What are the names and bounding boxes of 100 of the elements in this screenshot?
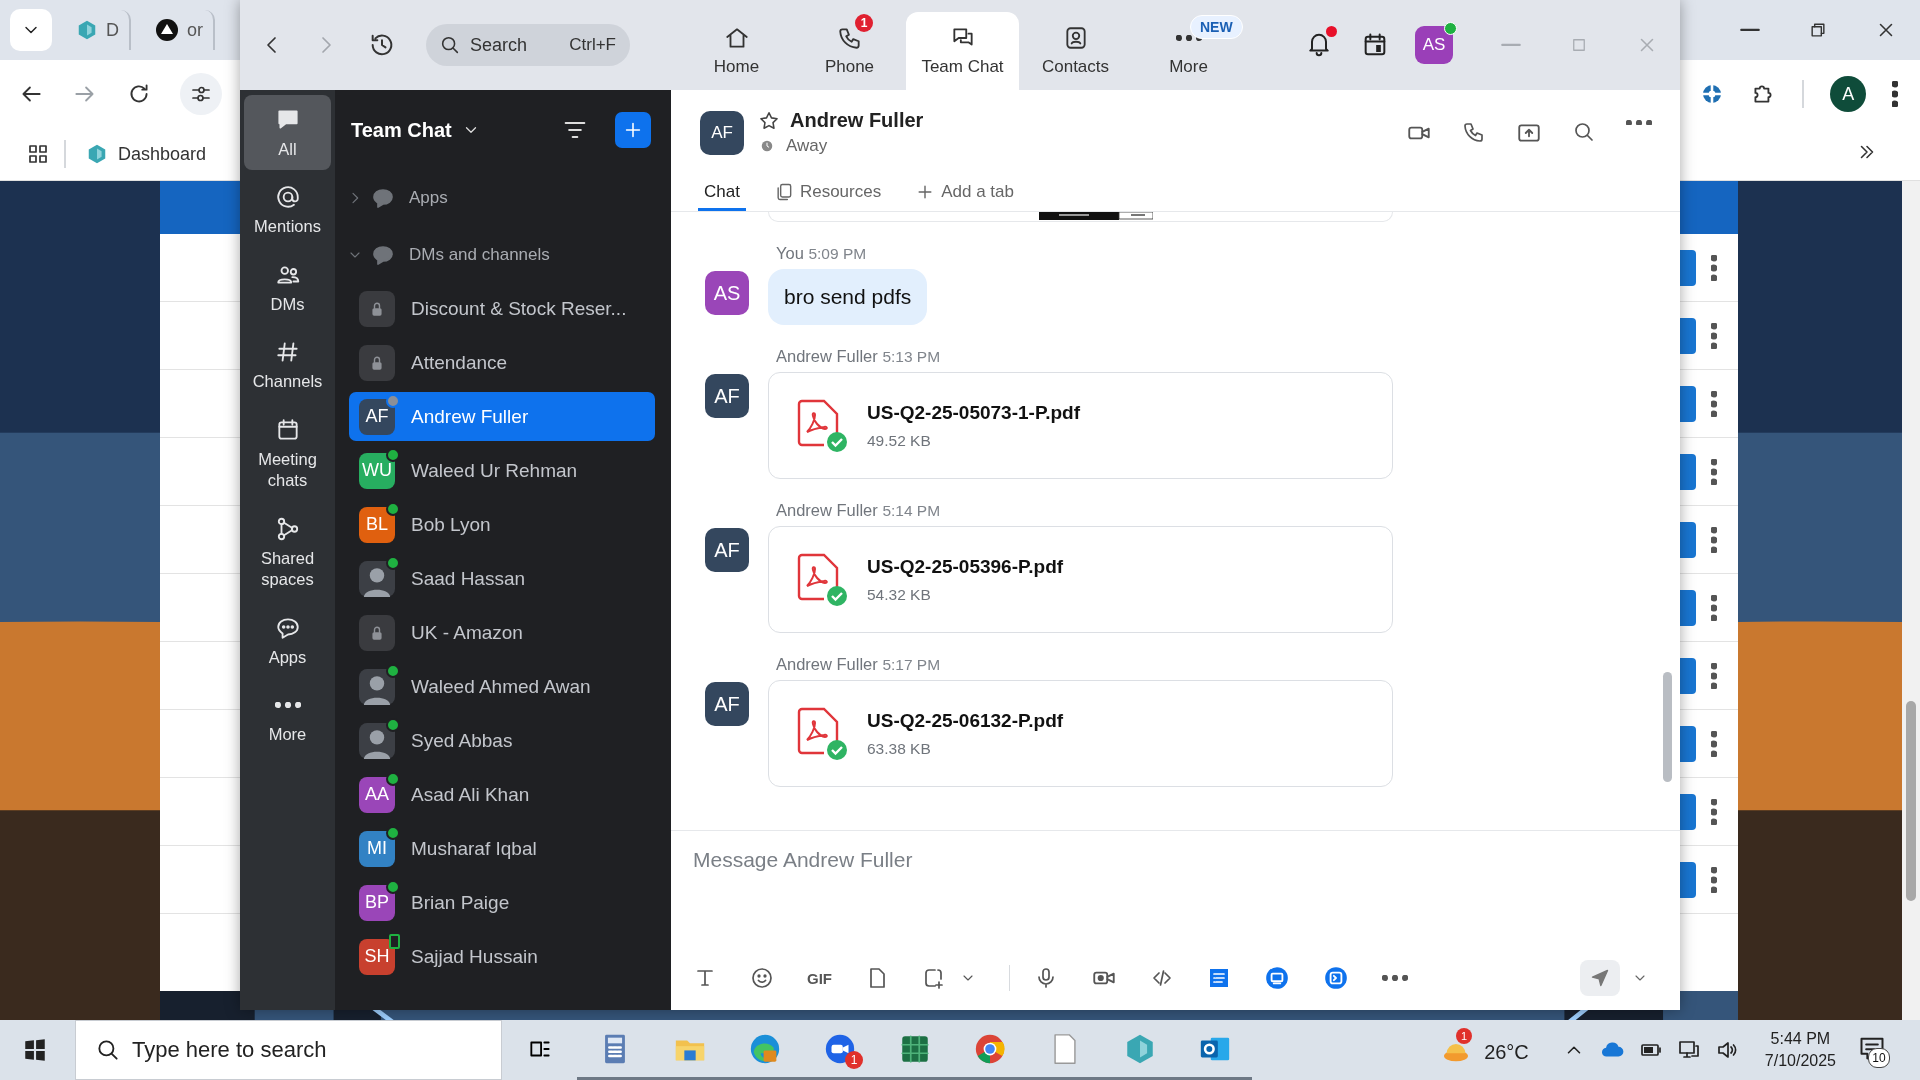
row-action-button[interactable]	[1680, 725, 1697, 762]
terminal-icon[interactable]	[1323, 965, 1349, 991]
more-icon[interactable]	[1711, 390, 1717, 417]
clock-date: 7/10/2025	[1764, 1052, 1836, 1070]
chat-list-item[interactable]: MI Musharaf Iqbal	[349, 824, 655, 873]
minimize-icon	[1740, 28, 1760, 32]
avatar: AF	[705, 528, 749, 572]
apps-icon[interactable]	[26, 142, 50, 166]
row-action-button[interactable]	[1680, 589, 1697, 626]
section-header[interactable]: DMs and channels	[335, 226, 671, 284]
new-chat-button[interactable]	[615, 112, 651, 148]
more-icon[interactable]	[1626, 119, 1652, 126]
sidebar-title: Team Chat	[351, 118, 452, 142]
rail-item[interactable]: DMs	[244, 249, 331, 326]
count-badge: 10	[1868, 1048, 1890, 1068]
star-icon[interactable]	[758, 109, 780, 132]
nav-tab[interactable]: Team Chat	[906, 12, 1019, 90]
chat-list-item[interactable]: AA Asad Ali Khan	[349, 770, 655, 819]
rail-item[interactable]: More	[244, 679, 331, 756]
send-button[interactable]	[1580, 960, 1620, 996]
chat-list-item[interactable]: UK - Amazon	[349, 608, 655, 657]
file-card[interactable]: US-Q2-25-05396-P.pdf 54.32 KB	[768, 526, 1393, 633]
emoji-icon[interactable]	[750, 966, 774, 990]
screen-icon[interactable]	[1264, 965, 1290, 991]
at-sign-icon	[274, 184, 301, 211]
chat-list-item[interactable]: BL Bob Lyon	[349, 500, 655, 549]
chat-list-item[interactable]: SH Sajjad Hussain	[349, 932, 655, 981]
taskbar-search-field[interactable]: Type here to search	[75, 1020, 502, 1080]
file-card[interactable]: US-Q2-25-06132-P.pdf 63.38 KB	[768, 680, 1393, 787]
gif-button[interactable]: GIF	[807, 969, 832, 987]
count-badge: 1	[1456, 1028, 1473, 1044]
chat-tab[interactable]: Resources	[767, 175, 888, 211]
profile-avatar[interactable]: A	[1830, 76, 1867, 112]
row-action-button[interactable]	[1680, 861, 1697, 898]
row-action-button[interactable]	[1680, 657, 1697, 694]
row-action-button[interactable]	[1680, 249, 1697, 286]
maximize-icon	[1570, 36, 1588, 54]
tab-title: D	[106, 19, 119, 41]
avatar: AF	[705, 374, 749, 418]
section-header[interactable]: Apps	[335, 170, 671, 226]
bookmark-link[interactable]: Dashboard	[80, 142, 213, 166]
browser-tab[interactable]: D	[66, 10, 131, 50]
rail-item[interactable]: Channels	[244, 327, 331, 403]
speech-bubble-icon	[371, 186, 395, 210]
more-icon[interactable]	[1711, 594, 1717, 621]
more-icon[interactable]	[1711, 254, 1717, 281]
row-action-button[interactable]	[1680, 385, 1697, 422]
weather-widget[interactable]: 26°C 1	[1436, 1026, 1533, 1074]
nav-tab[interactable]: NEW More	[1132, 12, 1245, 90]
chat-list-item[interactable]: AF Andrew Fuller	[349, 392, 655, 441]
more-icon[interactable]	[1711, 458, 1717, 485]
more-icon[interactable]	[1711, 526, 1717, 553]
file-card[interactable]: US-Q2-25-05073-1-P.pdf 49.52 KB	[768, 372, 1393, 479]
file-name: US-Q2-25-05396-P.pdf	[867, 555, 1064, 578]
rail-item[interactable]: Shared spaces	[244, 503, 331, 601]
site-info-button[interactable]	[180, 73, 222, 115]
screenshot-icon[interactable]	[922, 966, 946, 990]
clock-time: 5:44 PM	[1770, 1030, 1831, 1048]
chat-tab[interactable]: Chat	[698, 175, 746, 211]
chat-list-item[interactable]: Discount & Stock Reser...	[349, 284, 655, 333]
more-icon[interactable]	[1711, 866, 1717, 893]
hexagon-icon	[86, 143, 108, 165]
nav-tab[interactable]: 1 Phone	[793, 12, 906, 90]
row-action-button[interactable]	[1680, 521, 1697, 558]
scrollbar-thumb[interactable]	[1906, 701, 1916, 901]
chat-list-item[interactable]: BP Brian Paige	[349, 878, 655, 927]
more-icon[interactable]	[1711, 798, 1717, 825]
avatar: AF	[705, 682, 749, 726]
more-icon[interactable]	[1711, 730, 1717, 757]
chat-list-item[interactable]: Saad Hassan	[349, 554, 655, 603]
scrollbar-thumb[interactable]	[1663, 672, 1672, 782]
rail-item[interactable]: Mentions	[244, 172, 331, 248]
row-action-button[interactable]	[1680, 317, 1697, 354]
rail-item[interactable]: Meeting chats	[244, 404, 331, 502]
taskbar-app[interactable]: 1	[802, 1020, 877, 1080]
more-icon	[1175, 35, 1202, 41]
more-icon[interactable]	[1382, 975, 1408, 981]
rail-item[interactable]: Apps	[244, 602, 331, 678]
minimize-icon	[1501, 43, 1521, 47]
bookmark-label: Dashboard	[118, 143, 207, 165]
nav-tab[interactable]: Home	[680, 12, 793, 90]
windows-icon	[22, 1037, 48, 1063]
rail-item[interactable]: All	[244, 95, 331, 171]
row-action-button[interactable]	[1680, 453, 1697, 490]
more-icon[interactable]	[1711, 322, 1717, 349]
document-icon[interactable]	[1207, 966, 1231, 990]
browser-tab[interactable]: or	[145, 10, 215, 50]
chat-tab[interactable]: Add a tab	[909, 175, 1020, 211]
chat-list-item[interactable]: WU Waleed Ur Rehman	[349, 446, 655, 495]
contact-name: Andrew Fuller	[790, 109, 924, 132]
menu-icon[interactable]	[1892, 81, 1898, 107]
chat-list-item[interactable]: Waleed Ahmed Awan	[349, 662, 655, 711]
more-icon[interactable]	[1711, 662, 1717, 689]
nav-tab[interactable]: Contacts	[1019, 12, 1132, 90]
new-badge: NEW	[1190, 15, 1243, 39]
row-action-button[interactable]	[1680, 793, 1697, 830]
chat-list-item[interactable]: Syed Abbas	[349, 716, 655, 765]
chat-list-item[interactable]: Attendance	[349, 338, 655, 387]
file-size: 49.52 KB	[867, 431, 932, 450]
contact-status: Away	[786, 136, 828, 156]
